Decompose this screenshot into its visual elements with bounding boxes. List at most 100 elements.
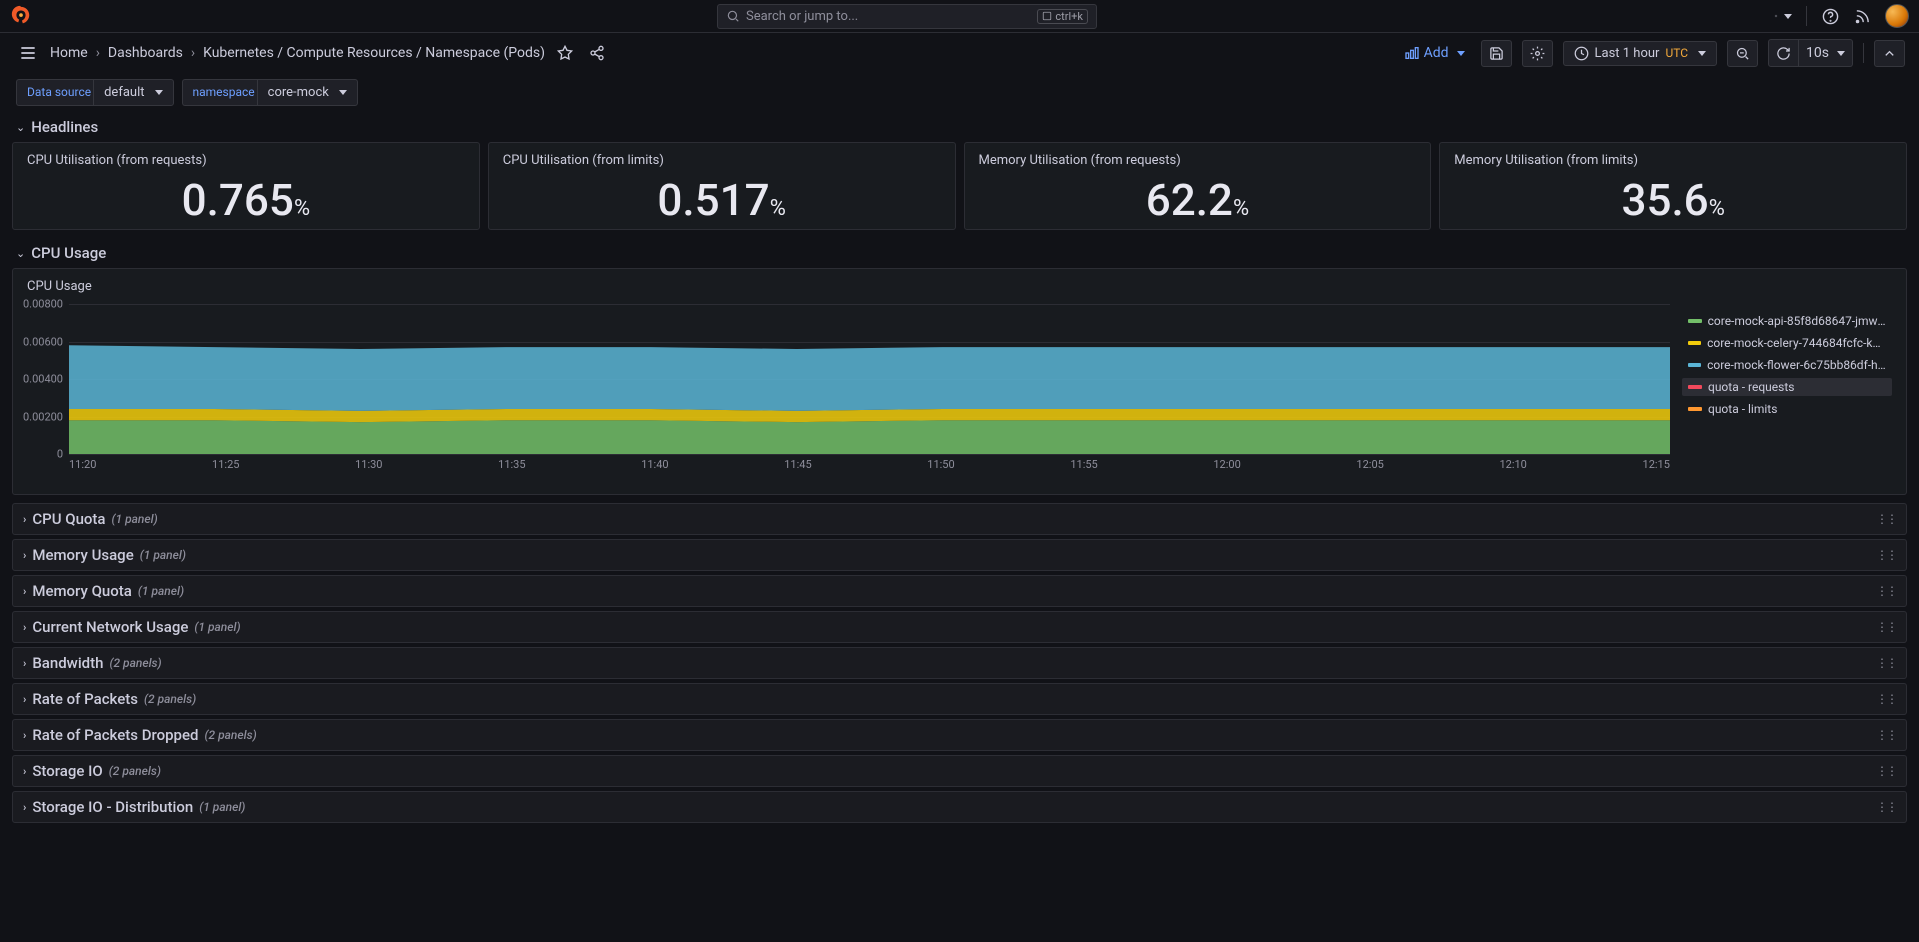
search-shortcut: ctrl+k (1037, 9, 1088, 24)
collapsed-row[interactable]: › Rate of Packets Dropped (2 panels) ⋮⋮ (12, 719, 1907, 751)
collapsed-row[interactable]: › Memory Usage (1 panel) ⋮⋮ (12, 539, 1907, 571)
x-tick: 11:35 (498, 458, 525, 471)
star-icon[interactable] (553, 41, 577, 65)
x-tick: 11:25 (212, 458, 239, 471)
chevron-right-icon: › (191, 45, 195, 61)
legend-item[interactable]: core-mock-api-85f8d68647-jmw9d (1682, 312, 1892, 330)
legend-swatch (1688, 407, 1702, 411)
zoom-out-icon[interactable] (1727, 40, 1758, 67)
row-cpu-usage[interactable]: ⌄ CPU Usage (12, 238, 1907, 268)
legend-label: quota - requests (1708, 380, 1794, 394)
divider (1863, 43, 1864, 63)
panel-count: (2 panels) (109, 656, 161, 670)
divider (1806, 6, 1807, 26)
chevron-right-icon: › (23, 585, 26, 598)
x-tick: 12:00 (1213, 458, 1240, 471)
cpu-usage-panel: CPU Usage 00.002000.004000.006000.00800 … (12, 268, 1907, 495)
drag-handle-icon[interactable]: ⋮⋮ (1876, 656, 1896, 670)
drag-handle-icon[interactable]: ⋮⋮ (1876, 584, 1896, 598)
share-icon[interactable] (585, 41, 609, 65)
row-title: Current Network Usage (32, 618, 188, 636)
row-title: Storage IO (32, 762, 102, 780)
row-title: Rate of Packets (32, 690, 138, 708)
add-panel-button[interactable]: Add (1398, 41, 1471, 65)
refresh-button[interactable] (1768, 39, 1799, 67)
stat-unit: % (294, 196, 310, 221)
x-tick: 11:20 (69, 458, 96, 471)
drag-handle-icon[interactable]: ⋮⋮ (1876, 692, 1896, 706)
chevron-right-icon: › (23, 513, 26, 526)
collapsed-row[interactable]: › Bandwidth (2 panels) ⋮⋮ (12, 647, 1907, 679)
breadcrumb-dashboards[interactable]: Dashboards (108, 45, 183, 61)
topbar: Search or jump to... ctrl+k (0, 0, 1919, 33)
row-title: Bandwidth (32, 654, 103, 672)
kiosk-mode-icon[interactable] (1874, 40, 1905, 67)
chevron-right-icon: › (23, 801, 26, 814)
collapsed-row[interactable]: › Rate of Packets (2 panels) ⋮⋮ (12, 683, 1907, 715)
legend-item[interactable]: core-mock-celery-744684fcfc-kh5z6 (1682, 334, 1892, 352)
menu-toggle-icon[interactable] (14, 39, 42, 67)
save-dashboard-button[interactable] (1481, 40, 1512, 67)
grafana-logo-icon[interactable] (10, 5, 32, 27)
row-title: CPU Quota (32, 510, 105, 528)
drag-handle-icon[interactable]: ⋮⋮ (1876, 620, 1896, 634)
news-icon[interactable] (1853, 7, 1871, 25)
search-placeholder: Search or jump to... (746, 9, 858, 24)
row-title: Storage IO - Distribution (32, 798, 193, 816)
legend-item[interactable]: quota - limits (1682, 400, 1892, 418)
chevron-right-icon: › (23, 729, 26, 742)
stat-title: Memory Utilisation (from limits) (1454, 153, 1892, 168)
legend-item[interactable]: quota - requests (1682, 378, 1892, 396)
search-input[interactable]: Search or jump to... ctrl+k (717, 4, 1097, 29)
row-title: Rate of Packets Dropped (32, 726, 198, 744)
x-tick: 11:55 (1070, 458, 1097, 471)
y-tick: 0.00600 (23, 335, 63, 348)
namespace-select[interactable]: core-mock (257, 79, 358, 106)
row-headlines[interactable]: ⌄ Headlines (12, 112, 1907, 142)
collapsed-row[interactable]: › Storage IO - Distribution (1 panel) ⋮⋮ (12, 791, 1907, 823)
stat-panel[interactable]: Memory Utilisation (from limits) 35.6% (1439, 142, 1907, 230)
stat-panel[interactable]: CPU Utilisation (from requests) 0.765% (12, 142, 480, 230)
x-tick: 12:10 (1499, 458, 1526, 471)
breadcrumb-home[interactable]: Home (50, 45, 88, 61)
collapsed-row[interactable]: › Memory Quota (1 panel) ⋮⋮ (12, 575, 1907, 607)
panel-count: (2 panels) (144, 692, 196, 706)
user-avatar[interactable] (1885, 4, 1909, 28)
panel-title[interactable]: CPU Usage (27, 279, 1892, 294)
drag-handle-icon[interactable]: ⋮⋮ (1876, 728, 1896, 742)
new-button[interactable] (1774, 7, 1792, 25)
legend-swatch (1688, 319, 1702, 323)
stat-panel[interactable]: CPU Utilisation (from limits) 0.517% (488, 142, 956, 230)
help-icon[interactable] (1821, 7, 1839, 25)
x-tick: 11:30 (355, 458, 382, 471)
collapsed-row[interactable]: › Current Network Usage (1 panel) ⋮⋮ (12, 611, 1907, 643)
y-tick: 0.00800 (23, 298, 63, 311)
legend-item[interactable]: core-mock-flower-6c75bb86df-hfrnv (1682, 356, 1892, 374)
x-tick: 11:45 (784, 458, 811, 471)
collapsed-row[interactable]: › Storage IO (2 panels) ⋮⋮ (12, 755, 1907, 787)
chevron-down-icon: ⌄ (16, 247, 25, 260)
stat-unit: % (1709, 196, 1725, 221)
panel-count: (1 panel) (112, 512, 158, 526)
x-tick: 11:40 (641, 458, 668, 471)
row-title: Memory Usage (32, 546, 133, 564)
datasource-select[interactable]: default (93, 79, 173, 106)
stat-title: Memory Utilisation (from requests) (979, 153, 1417, 168)
dashboard-settings-icon[interactable] (1522, 40, 1553, 67)
refresh-interval-picker[interactable]: 10s (1799, 39, 1853, 67)
time-range-picker[interactable]: Last 1 hour UTC (1563, 41, 1718, 66)
collapsed-row[interactable]: › CPU Quota (1 panel) ⋮⋮ (12, 503, 1907, 535)
breadcrumb-page: Kubernetes / Compute Resources / Namespa… (203, 45, 545, 61)
chevron-right-icon: › (23, 549, 26, 562)
chart-plot-area[interactable]: 00.002000.004000.006000.00800 11:2011:25… (27, 304, 1670, 484)
panel-count: (2 panels) (204, 728, 256, 742)
drag-handle-icon[interactable]: ⋮⋮ (1876, 764, 1896, 778)
stat-panel[interactable]: Memory Utilisation (from requests) 62.2% (964, 142, 1432, 230)
drag-handle-icon[interactable]: ⋮⋮ (1876, 512, 1896, 526)
drag-handle-icon[interactable]: ⋮⋮ (1876, 800, 1896, 814)
headlines-panels: CPU Utilisation (from requests) 0.765%CP… (12, 142, 1907, 230)
legend-label: core-mock-celery-744684fcfc-kh5z6 (1707, 336, 1886, 350)
navbar: Home › Dashboards › Kubernetes / Compute… (0, 33, 1919, 73)
datasource-label: Data source (16, 79, 101, 106)
drag-handle-icon[interactable]: ⋮⋮ (1876, 548, 1896, 562)
